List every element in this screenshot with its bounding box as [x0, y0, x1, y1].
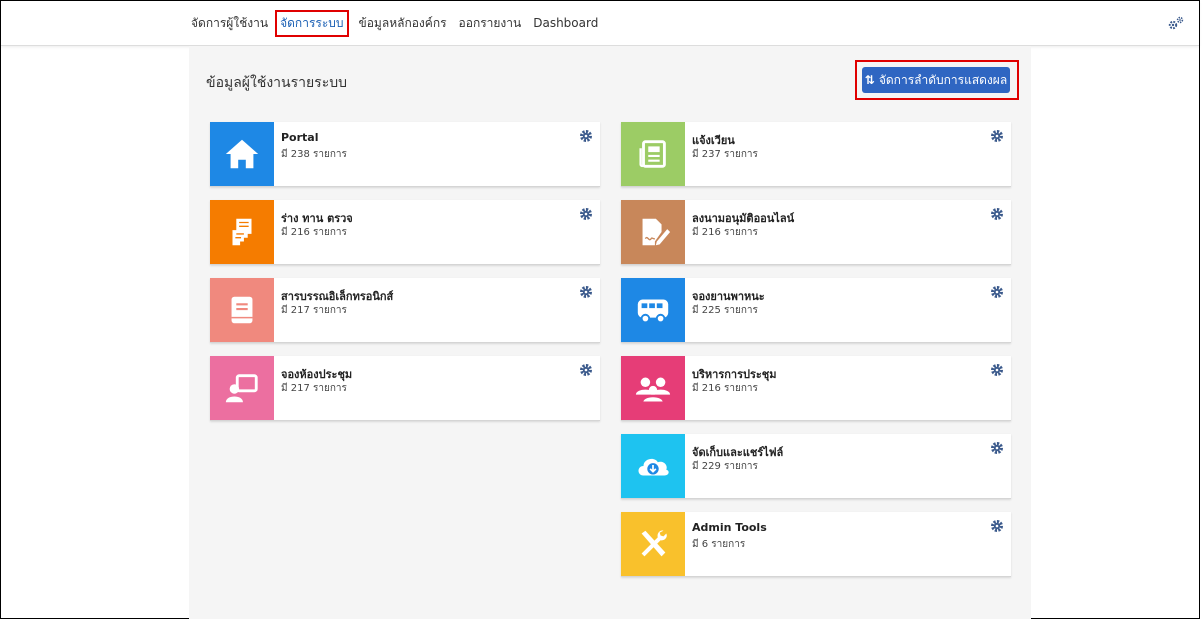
system-card-meeting-room[interactable]: จองห้องประชุม มี 217 รายการ	[210, 356, 600, 421]
gear-icon[interactable]	[990, 441, 1004, 455]
cloud-download-icon	[621, 434, 685, 498]
nav-reports[interactable]: ออกรายงาน	[459, 14, 522, 33]
gear-icon[interactable]	[579, 129, 593, 143]
display-order-button-label: จัดการลำดับการแสดงผล	[878, 72, 1008, 87]
system-card-circular[interactable]: แจ้งเวียน มี 237 รายการ	[621, 122, 1011, 187]
gears-icon[interactable]	[1167, 15, 1185, 31]
newspaper-icon	[621, 122, 685, 186]
presentation-icon	[210, 356, 274, 420]
system-card-admin-tools[interactable]: Admin Tools มี 6 รายการ	[621, 512, 1011, 577]
tools-icon	[621, 512, 685, 576]
main-content: ข้อมูลผู้ใช้งานรายระบบ ⇅ จัดการลำดับการแ…	[189, 46, 1031, 619]
system-card-portal[interactable]: Portal มี 238 รายการ	[210, 122, 600, 187]
signature-icon	[621, 200, 685, 264]
nav-user-management[interactable]: จัดการผู้ใช้งาน	[191, 14, 268, 33]
gear-icon[interactable]	[990, 285, 1004, 299]
gear-icon[interactable]	[990, 207, 1004, 221]
system-count: มี 225 รายการ	[692, 305, 758, 316]
system-count: มี 217 รายการ	[281, 383, 347, 394]
system-count: มี 216 รายการ	[692, 383, 758, 394]
gear-icon[interactable]	[990, 129, 1004, 143]
main-nav: จัดการผู้ใช้งาน จัดการระบบ ข้อมูลหลักองค…	[191, 1, 610, 45]
system-name: Portal	[281, 131, 319, 144]
system-card-meeting-management[interactable]: บริหารการประชุม มี 216 รายการ	[621, 356, 1011, 421]
gear-icon[interactable]	[990, 363, 1004, 377]
system-card-file-share[interactable]: จัดเก็บและแชร์ไฟล์ มี 229 รายการ	[621, 434, 1011, 499]
system-count: มี 229 รายการ	[692, 461, 758, 472]
nav-dashboard[interactable]: Dashboard	[533, 16, 598, 30]
sort-arrows-icon: ⇅	[864, 73, 875, 87]
system-name: Admin Tools	[692, 521, 767, 534]
document-stack-icon	[210, 200, 274, 264]
gear-icon[interactable]	[579, 363, 593, 377]
system-count: มี 6 รายการ	[692, 539, 746, 550]
home-icon	[210, 122, 274, 186]
system-card-vehicle-booking[interactable]: จองยานพาหนะ มี 225 รายการ	[621, 278, 1011, 343]
gear-icon[interactable]	[579, 285, 593, 299]
book-icon	[210, 278, 274, 342]
system-count: มี 216 รายการ	[692, 227, 758, 238]
system-card-e-signature[interactable]: ลงนามอนุมัติออนไลน์ มี 216 รายการ	[621, 200, 1011, 265]
gear-icon[interactable]	[579, 207, 593, 221]
nav-organization-data[interactable]: ข้อมูลหลักองค์กร	[359, 14, 447, 33]
display-order-button[interactable]: ⇅ จัดการลำดับการแสดงผล	[862, 67, 1010, 93]
system-card-saraban[interactable]: สารบรรณอิเล็กทรอนิกส์ มี 217 รายการ	[210, 278, 600, 343]
bus-icon	[621, 278, 685, 342]
system-count: มี 237 รายการ	[692, 149, 758, 160]
system-count: มี 216 รายการ	[281, 227, 347, 238]
page-title: ข้อมูลผู้ใช้งานรายระบบ	[206, 75, 347, 91]
top-navbar: จัดการผู้ใช้งาน จัดการระบบ ข้อมูลหลักองค…	[1, 1, 1199, 46]
gear-icon[interactable]	[990, 519, 1004, 533]
system-count: มี 217 รายการ	[281, 305, 347, 316]
system-card-draft[interactable]: ร่าง ทาน ตรวจ มี 216 รายการ	[210, 200, 600, 265]
nav-system-management[interactable]: จัดการระบบ	[275, 9, 349, 37]
system-count: มี 238 รายการ	[281, 149, 347, 160]
users-icon	[621, 356, 685, 420]
